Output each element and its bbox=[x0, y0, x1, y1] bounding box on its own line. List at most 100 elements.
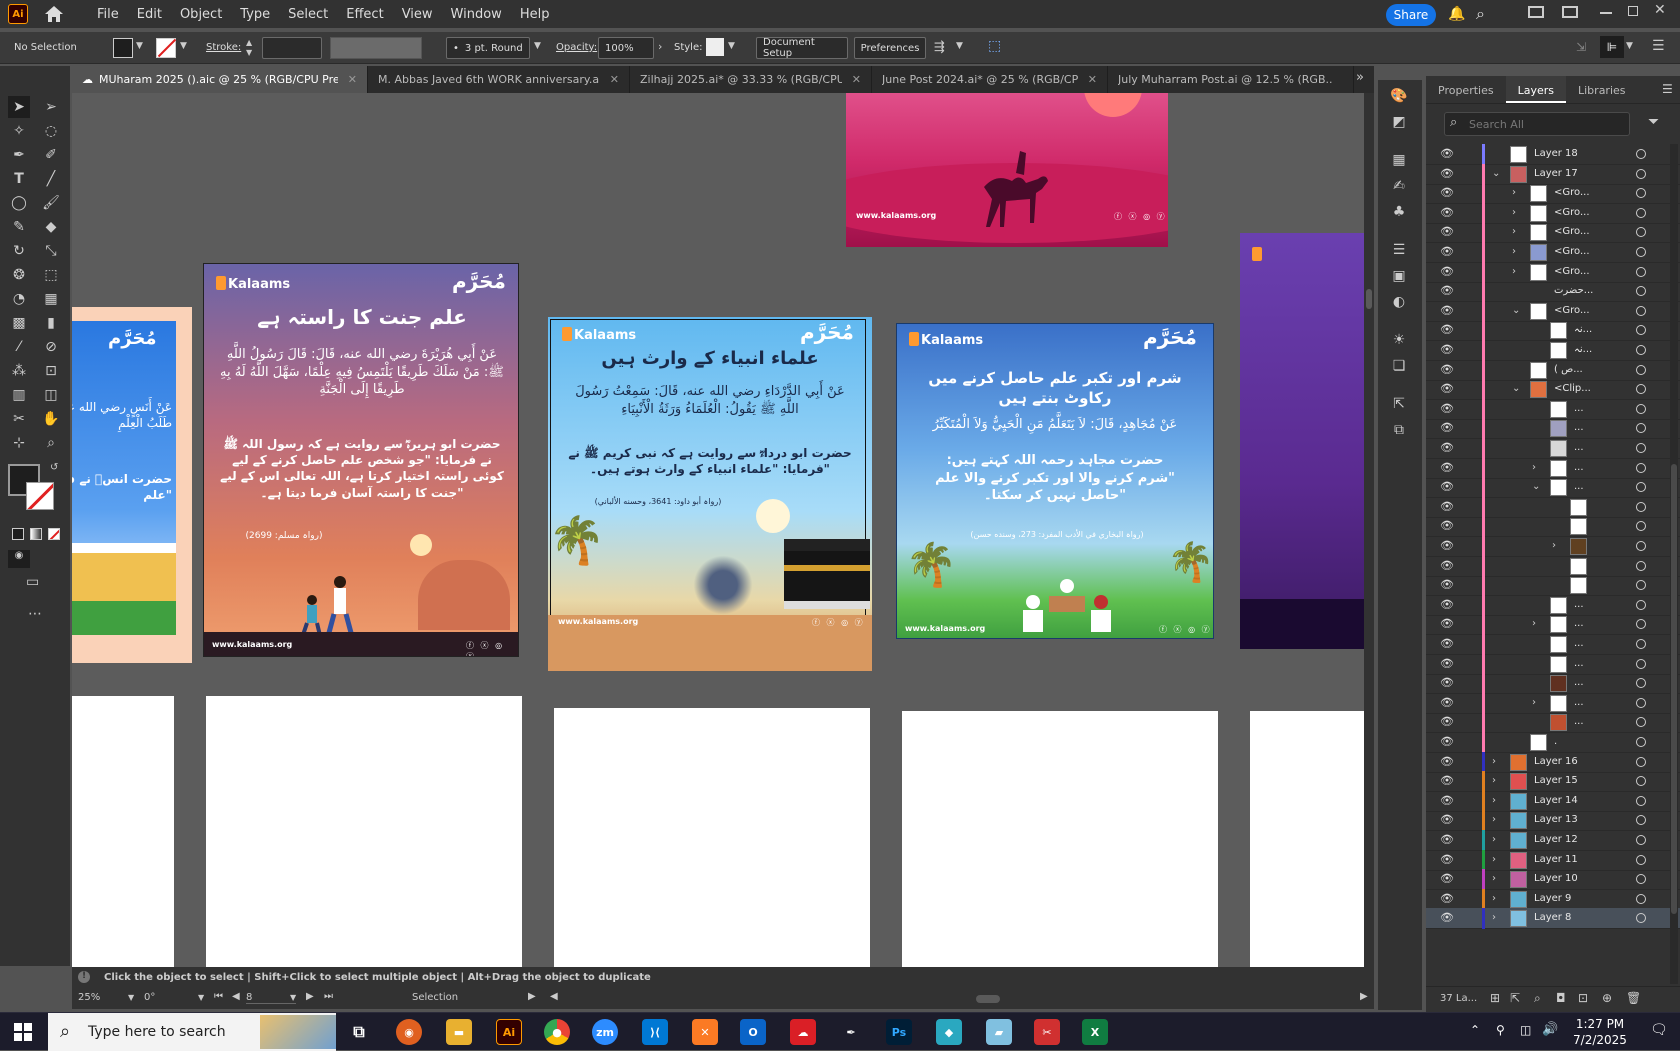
target-circle-icon[interactable] bbox=[1636, 423, 1646, 434]
chevron-right-icon[interactable]: › bbox=[1492, 834, 1496, 845]
eyedropper-tool-icon[interactable]: ⁄ bbox=[8, 336, 30, 358]
illustrator-taskbar-icon[interactable]: Ai bbox=[496, 1019, 522, 1045]
first-artboard-icon[interactable]: ⏮ bbox=[214, 991, 223, 1002]
target-circle-icon[interactable] bbox=[1636, 815, 1646, 826]
layer-row[interactable]: 👁 › <Gro... bbox=[1426, 183, 1680, 205]
xampp-icon[interactable]: ✕ bbox=[692, 1019, 718, 1045]
target-circle-icon[interactable] bbox=[1636, 580, 1646, 591]
graph-tool-icon[interactable]: ▥ bbox=[8, 384, 30, 406]
artboard-desert-post[interactable]: www.kalaams.org ⓕ ⓧ ◎ ⓨ bbox=[846, 93, 1168, 247]
chevron-up-icon[interactable]: ⌃ bbox=[1470, 1023, 1480, 1037]
visibility-eye-icon[interactable]: 👁 bbox=[1440, 363, 1454, 376]
target-circle-icon[interactable] bbox=[1636, 286, 1646, 297]
layer-name[interactable]: . bbox=[1554, 736, 1557, 747]
target-circle-icon[interactable] bbox=[1636, 207, 1646, 218]
target-circle-icon[interactable] bbox=[1636, 913, 1646, 924]
perspective-grid-icon[interactable]: ▦ bbox=[40, 288, 62, 310]
layer-name[interactable]: ... bbox=[1574, 638, 1584, 649]
fill-swatch[interactable] bbox=[113, 38, 133, 58]
target-circle-icon[interactable] bbox=[1636, 854, 1646, 865]
visibility-eye-icon[interactable]: 👁 bbox=[1440, 402, 1454, 415]
symbol-sprayer-icon[interactable]: ⁂ bbox=[8, 360, 30, 382]
target-circle-icon[interactable] bbox=[1636, 619, 1646, 630]
layer-row[interactable]: 👁 bbox=[1426, 516, 1680, 538]
layer-row[interactable]: 👁 bbox=[1426, 496, 1680, 518]
visibility-eye-icon[interactable]: 👁 bbox=[1440, 617, 1454, 630]
export-selection-icon[interactable]: ⇱ bbox=[1510, 991, 1520, 1005]
outlook-icon[interactable]: O bbox=[740, 1019, 766, 1045]
menu-file[interactable]: File bbox=[88, 7, 128, 22]
gradient-mode-icon[interactable] bbox=[30, 528, 42, 540]
layer-name[interactable]: <Clip... bbox=[1554, 383, 1591, 394]
restore-icon[interactable] bbox=[1628, 6, 1638, 16]
chevron-down-icon[interactable]: ⌄ bbox=[1512, 305, 1520, 316]
layer-name[interactable]: ... bbox=[1574, 403, 1584, 414]
visibility-eye-icon[interactable]: 👁 bbox=[1440, 186, 1454, 199]
artboard-empty-3[interactable] bbox=[554, 708, 870, 967]
visibility-eye-icon[interactable]: 👁 bbox=[1440, 147, 1454, 160]
screen-mode-icon[interactable]: ▭ bbox=[26, 574, 39, 590]
menu-help[interactable]: Help bbox=[511, 7, 559, 22]
layer-row[interactable]: 👁... bbox=[1426, 594, 1680, 616]
vscode-icon[interactable]: ⟩⟨ bbox=[642, 1019, 668, 1045]
document-tab[interactable]: Zilhajj 2025.ai* @ 33.33 % (RGB/CPU ... ✕ bbox=[630, 66, 872, 93]
layer-row[interactable]: 👁 نہ... bbox=[1426, 340, 1680, 361]
layer-row[interactable]: 👁 ⌄ <Gro... bbox=[1426, 300, 1680, 322]
next-artboard-icon[interactable]: ▶ bbox=[306, 991, 314, 1002]
layer-name[interactable]: حضرت... bbox=[1554, 285, 1593, 296]
document-tab[interactable]: July Muharram Post.ai @ 12.5 % (RGB... bbox=[1108, 66, 1354, 93]
layer-row[interactable]: 👁 › Layer 15 bbox=[1426, 771, 1680, 793]
swap-icon[interactable]: ↺ bbox=[50, 462, 58, 473]
menu-object[interactable]: Object bbox=[171, 7, 231, 22]
layer-row[interactable]: 👁 ⌄ Layer 17 bbox=[1426, 163, 1680, 185]
scroll-right-icon[interactable]: ▶ bbox=[1360, 991, 1368, 1002]
visibility-eye-icon[interactable]: 👁 bbox=[1440, 539, 1454, 552]
target-circle-icon[interactable] bbox=[1636, 403, 1646, 414]
menu-edit[interactable]: Edit bbox=[128, 7, 171, 22]
creative-cloud-icon[interactable]: ☁ bbox=[790, 1019, 816, 1045]
layer-row[interactable]: 👁 › Layer 10 bbox=[1426, 869, 1680, 891]
stroke-stepper[interactable]: ▲ ▼ bbox=[246, 38, 258, 58]
appearance-icon[interactable]: ☀ bbox=[1388, 330, 1410, 350]
visibility-eye-icon[interactable]: 👁 bbox=[1440, 676, 1454, 689]
transparency-icon[interactable]: ◐ bbox=[1388, 292, 1410, 312]
close-tab-icon[interactable]: ✕ bbox=[610, 73, 619, 86]
layer-row[interactable]: 👁 ( ص... bbox=[1426, 359, 1680, 381]
excel-icon[interactable]: X bbox=[1082, 1019, 1108, 1045]
more-tools-icon[interactable]: ⋯ bbox=[28, 606, 42, 622]
chevron-right-icon[interactable]: › bbox=[1492, 893, 1496, 904]
scale-tool-icon[interactable]: ⤡ bbox=[40, 240, 62, 262]
layer-name[interactable]: ... bbox=[1574, 658, 1584, 669]
target-circle-icon[interactable] bbox=[1636, 443, 1646, 453]
chevron-down-icon[interactable]: ⌄ bbox=[1532, 481, 1540, 492]
visibility-eye-icon[interactable]: 👁 bbox=[1440, 245, 1454, 258]
target-circle-icon[interactable] bbox=[1636, 893, 1646, 904]
panel-menu-icon[interactable]: ⊫ bbox=[1600, 36, 1624, 58]
search-icon[interactable]: ⌕ bbox=[1476, 4, 1485, 24]
tabs-overflow-icon[interactable]: » bbox=[1356, 70, 1364, 85]
delete-layer-icon[interactable]: 🗑 bbox=[1626, 991, 1641, 1005]
layer-row[interactable]: 👁... bbox=[1426, 673, 1680, 695]
stroke-swatch[interactable] bbox=[156, 38, 177, 58]
shape-builder-icon[interactable]: ◔ bbox=[8, 288, 30, 310]
layer-name[interactable]: Layer 14 bbox=[1534, 795, 1578, 806]
puppet-warp-icon[interactable]: ⊹ bbox=[8, 432, 30, 454]
document-tab[interactable]: ☁ MUharam 2025 ().aic @ 25 % (RGB/CPU Pre… bbox=[72, 66, 368, 93]
close-tab-icon[interactable]: ✕ bbox=[1088, 73, 1097, 86]
visibility-eye-icon[interactable]: 👁 bbox=[1440, 343, 1454, 356]
layer-row[interactable]: 👁 ›... bbox=[1426, 614, 1680, 636]
layer-row[interactable]: 👁 › Layer 8 bbox=[1426, 908, 1680, 930]
artboard-empty-1[interactable] bbox=[72, 696, 174, 967]
mesh-tool-icon[interactable]: ▩ bbox=[8, 312, 30, 334]
chevron-down-icon[interactable]: ▼ bbox=[534, 41, 541, 51]
chevron-right-icon[interactable]: › bbox=[1512, 187, 1516, 198]
layer-row[interactable]: 👁 ›... bbox=[1426, 692, 1680, 714]
chevron-down-icon[interactable]: ▼ bbox=[128, 993, 134, 1002]
visibility-eye-icon[interactable]: 👁 bbox=[1440, 696, 1454, 709]
target-circle-icon[interactable] bbox=[1636, 639, 1646, 649]
scissors-tool-icon[interactable]: ✂ bbox=[8, 408, 30, 430]
layer-row[interactable]: 👁 › Layer 13 bbox=[1426, 810, 1680, 832]
chevron-right-icon[interactable]: › bbox=[1512, 226, 1516, 237]
chevron-down-icon[interactable]: ▼ bbox=[956, 41, 963, 51]
panel-tab-libraries[interactable]: Libraries bbox=[1566, 76, 1638, 103]
